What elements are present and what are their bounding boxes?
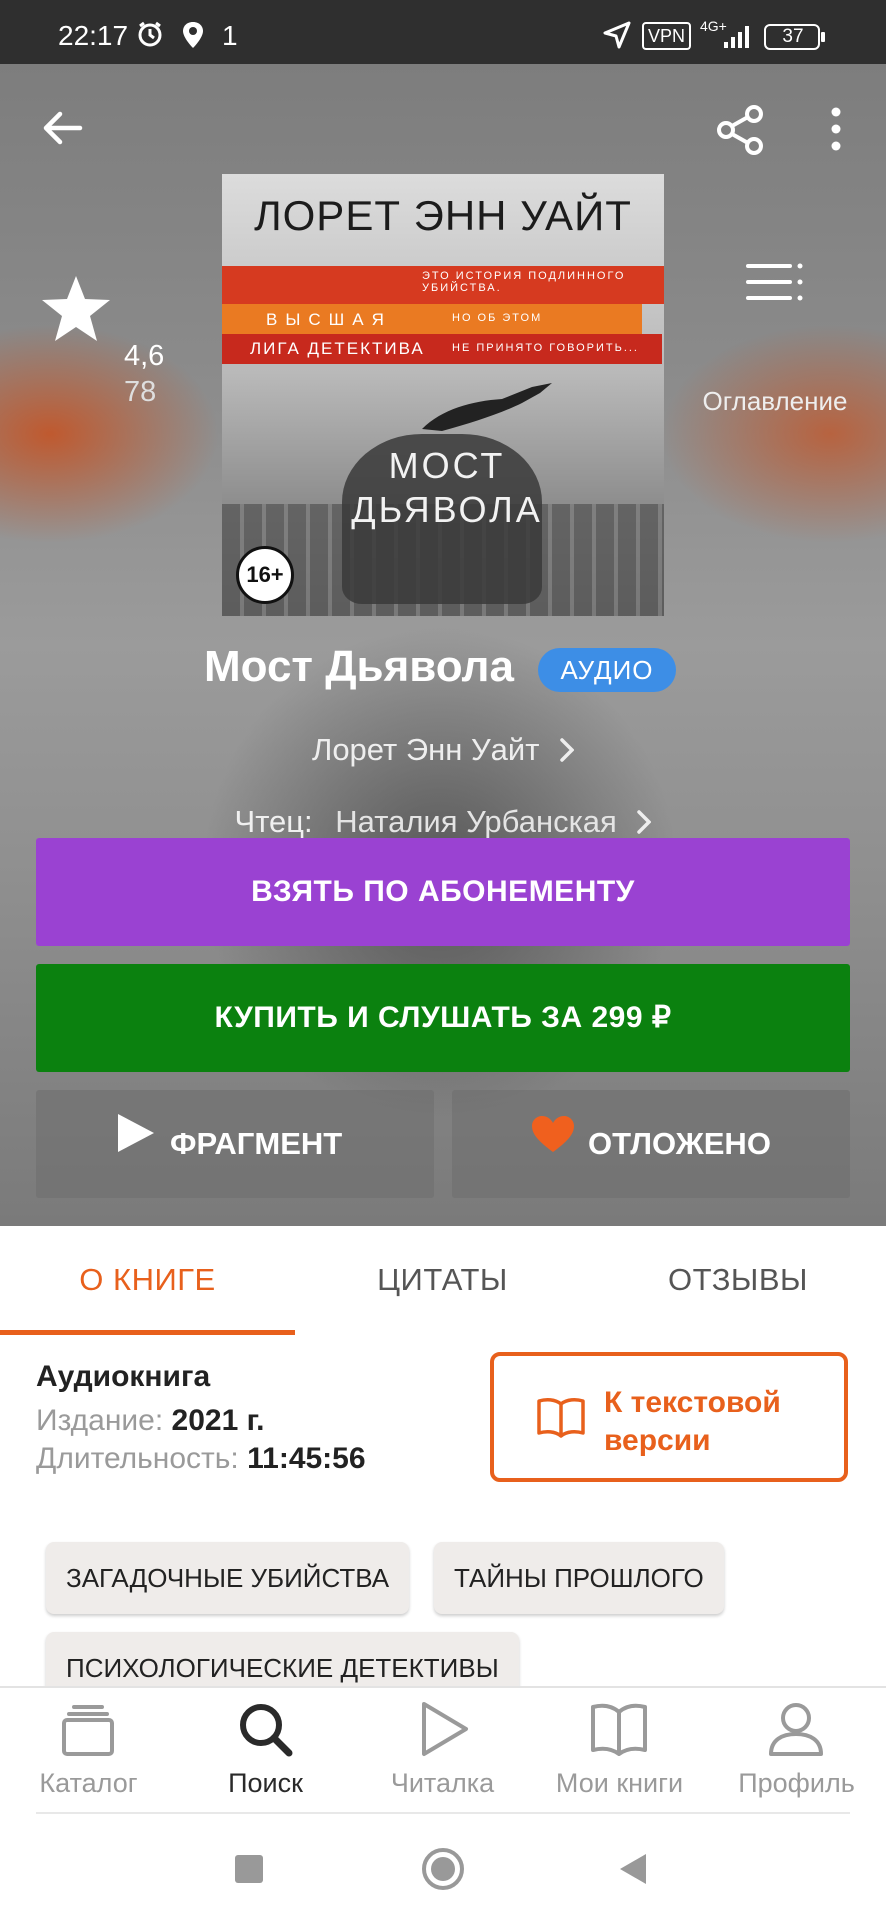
duration-value: 11:45:56 [247, 1442, 366, 1475]
genre-tag[interactable]: ЗАГАДОЧНЫЕ УБИЙСТВА [46, 1542, 410, 1614]
bottom-navigation: Каталог Поиск Читалка Мои книги Профиль [0, 1686, 886, 1818]
back-icon[interactable] [618, 1852, 648, 1891]
tab-quotes[interactable]: ЦИТАТЫ [295, 1226, 590, 1334]
share-icon[interactable] [714, 104, 766, 161]
book-title: Мост Дьявола [204, 642, 514, 691]
text-version-label: К текстовой версии [604, 1386, 781, 1457]
system-navigation-bar [0, 1816, 886, 1920]
active-tab-indicator [0, 1330, 295, 1335]
more-vert-icon[interactable] [826, 104, 846, 159]
nav-search[interactable]: Поиск [177, 1688, 354, 1818]
vpn-badge: VPN [642, 22, 692, 50]
cover-series-1: ВЫСШАЯ [266, 310, 392, 329]
rating-value: 4,6 [124, 340, 165, 372]
cover-title: МОСТ ДЬЯВОЛА [282, 444, 612, 532]
cover-tagline-3: НЕ ПРИНЯТО ГОВОРИТЬ... [452, 342, 639, 354]
tab-bar: О КНИГЕ ЦИТАТЫ ОТЗЫВЫ [0, 1226, 886, 1336]
author-link[interactable]: Лорет Энн Уайт [0, 732, 886, 770]
status-bar: 22:17 1 VPN 4G+ 37 [0, 0, 886, 64]
hero-glow-right [660, 324, 886, 544]
saved-button[interactable]: ОТЛОЖЕНО [452, 1090, 850, 1198]
tab-reviews[interactable]: ОТЗЫВЫ [590, 1226, 886, 1334]
recent-apps-icon[interactable] [234, 1854, 264, 1889]
nav-label: Читалка [390, 1768, 495, 1798]
open-book-icon [536, 1396, 586, 1443]
home-icon[interactable] [420, 1846, 466, 1897]
signal-icon [722, 22, 754, 55]
crow-icon [412, 379, 562, 444]
nav-label: Каталог [39, 1768, 138, 1798]
battery-level: 37 [782, 26, 804, 47]
duration-label: Длительность: [36, 1442, 239, 1475]
fragment-button[interactable]: ФРАГМЕНТ [36, 1090, 434, 1198]
subscription-button[interactable]: ВЗЯТЬ ПО АБОНЕМЕНТУ [36, 838, 850, 946]
chevron-right-icon [637, 806, 652, 842]
text-version-button[interactable]: К текстовой версии [490, 1352, 848, 1482]
reader-row[interactable]: Чтец: Наталия Урбанская [0, 804, 886, 842]
navigation-arrow-icon [602, 20, 632, 55]
table-of-contents-icon[interactable] [746, 260, 804, 309]
back-arrow-icon[interactable] [40, 106, 84, 155]
alarm-icon [136, 20, 164, 53]
edition-value: 2021 г. [171, 1404, 265, 1437]
audio-badge: АУДИО [538, 648, 676, 692]
book-hero: ЛОРЕТ ЭНН УАЙТ ЭТО ИСТОРИЯ ПОДЛИННОГО УБ… [0, 64, 886, 1226]
notification-count: 1 [222, 20, 238, 51]
book-cover[interactable]: ЛОРЕТ ЭНН УАЙТ ЭТО ИСТОРИЯ ПОДЛИННОГО УБ… [222, 174, 664, 616]
nav-divider [36, 1812, 850, 1814]
play-icon [116, 1090, 156, 1198]
nav-profile[interactable]: Профиль [708, 1688, 886, 1818]
book-format: Аудиокнига [36, 1360, 211, 1393]
author-name: Лорет Энн Уайт [311, 732, 540, 767]
reader-label: Чтец: [234, 804, 313, 839]
nav-label: Поиск [228, 1768, 303, 1798]
buy-button[interactable]: КУПИТЬ И СЛУШАТЬ ЗА 299 ₽ [36, 964, 850, 1072]
reader-name: Наталия Урбанская [335, 804, 617, 839]
nav-my-books[interactable]: Мои книги [531, 1688, 708, 1818]
hero-glow-left [0, 324, 220, 544]
cover-author: ЛОРЕТ ЭНН УАЙТ [254, 192, 632, 239]
genre-tag[interactable]: ТАЙНЫ ПРОШЛОГО [434, 1542, 724, 1614]
cover-series-2: ЛИГА ДЕТЕКТИВА [250, 339, 425, 358]
star-icon [40, 274, 112, 349]
fragment-label: ФРАГМЕНТ [170, 1126, 343, 1161]
nav-reader[interactable]: Читалка [354, 1688, 531, 1818]
nav-label: Мои книги [555, 1768, 684, 1798]
duration-row: Длительность: 11:45:56 [36, 1442, 366, 1476]
table-of-contents-label[interactable]: Оглавление [690, 386, 860, 417]
edition-label: Издание: [36, 1404, 164, 1437]
cover-tagline-1: ЭТО ИСТОРИЯ ПОДЛИННОГО УБИЙСТВА. [422, 270, 626, 294]
location-pin-icon [180, 20, 206, 55]
nav-label: Профиль [738, 1768, 855, 1798]
age-rating-badge: 16+ [236, 546, 294, 604]
cover-title-line-1: МОСТ [388, 445, 506, 486]
heart-icon [530, 1090, 576, 1198]
edition-row: Издание: 2021 г. [36, 1404, 264, 1438]
cover-title-line-2: ДЬЯВОЛА [351, 489, 543, 530]
saved-label: ОТЛОЖЕНО [588, 1126, 771, 1161]
chevron-right-icon [560, 734, 575, 770]
rating-count: 78 [124, 376, 157, 408]
cover-tagline-2: НО ОБ ЭТОМ [452, 312, 543, 324]
status-time: 22:17 [58, 20, 129, 51]
nav-catalog[interactable]: Каталог [0, 1688, 177, 1818]
tab-about-book[interactable]: О КНИГЕ [0, 1226, 295, 1334]
